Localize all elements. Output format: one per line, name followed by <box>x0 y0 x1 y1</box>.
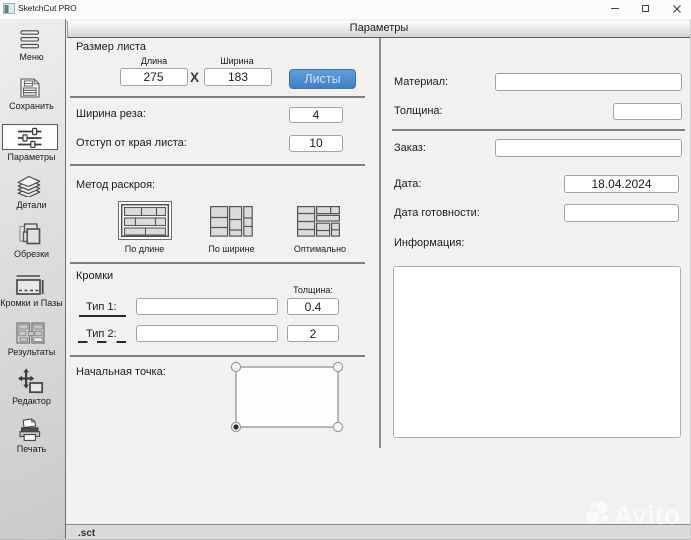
svg-text:Avito: Avito <box>614 500 681 528</box>
